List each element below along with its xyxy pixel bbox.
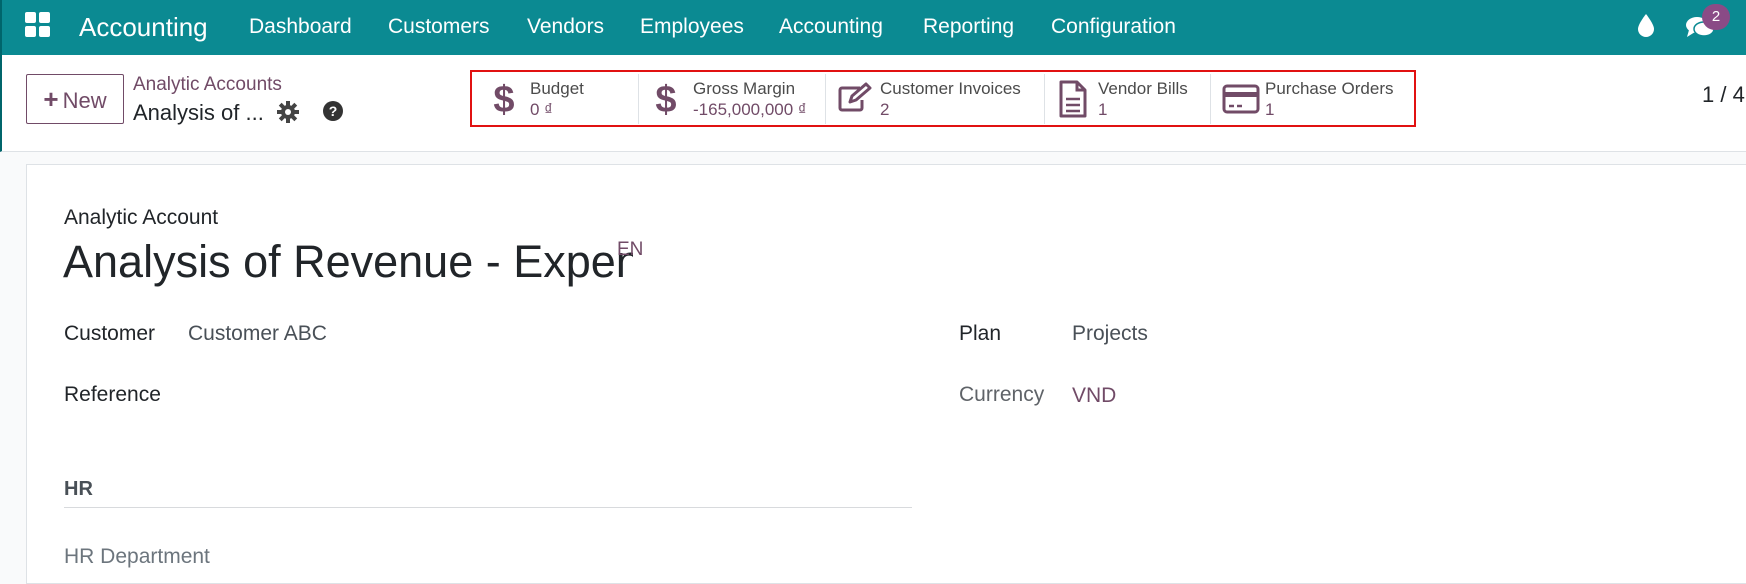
smart-button-value: 1 <box>1098 100 1108 119</box>
currency-field[interactable]: VND <box>1072 384 1116 408</box>
app-title[interactable]: Accounting <box>79 10 208 44</box>
section-divider <box>64 507 912 508</box>
plan-field[interactable]: Projects <box>1072 322 1148 346</box>
reference-field[interactable] <box>188 383 888 409</box>
credit-card-icon <box>1222 84 1260 114</box>
help-icon[interactable]: ? <box>322 100 344 122</box>
smart-button-label: Customer Invoices <box>880 79 1021 98</box>
water-drop-icon[interactable] <box>1636 12 1656 38</box>
apps-grid-icon[interactable] <box>25 12 51 38</box>
smart-button-vendor-bills[interactable]: Vendor Bills 1 <box>1054 74 1209 124</box>
smart-button-value: -165,000,000 ₫ <box>693 100 807 119</box>
svg-text:?: ? <box>329 103 338 119</box>
svg-text:$: $ <box>493 80 514 118</box>
nav-dashboard[interactable]: Dashboard <box>249 14 352 40</box>
language-button[interactable]: EN <box>617 239 643 261</box>
smart-button-label: Purchase Orders <box>1265 79 1394 98</box>
nav-reporting[interactable]: Reporting <box>923 14 1014 40</box>
reference-label: Reference <box>64 383 161 406</box>
breadcrumb-parent[interactable]: Analytic Accounts <box>133 74 282 96</box>
smart-button-customer-invoices[interactable]: Customer Invoices 2 <box>834 74 1044 124</box>
customer-field[interactable]: Customer ABC <box>188 322 327 346</box>
section-title-hr: HR <box>64 478 93 500</box>
nav-customers[interactable]: Customers <box>388 14 490 40</box>
smart-button-purchase-orders[interactable]: Purchase Orders 1 <box>1220 74 1410 124</box>
form-sheet <box>26 164 1746 584</box>
smart-button-value: 0 ₫ <box>530 100 553 119</box>
plan-label: Plan <box>959 322 1002 345</box>
smart-button-gross-margin[interactable]: $ Gross Margin -165,000,000 ₫ <box>650 74 825 124</box>
smart-separator <box>638 74 639 124</box>
pager[interactable]: 1 / 4 <box>1702 82 1745 108</box>
smart-button-label: Budget <box>530 79 584 98</box>
svg-text:$: $ <box>655 80 676 118</box>
top-navbar: Accounting Dashboard Customers Vendors E… <box>0 0 1746 55</box>
plus-icon: + <box>43 84 59 114</box>
nav-vendors[interactable]: Vendors <box>527 14 604 40</box>
new-button-label: New <box>62 88 107 113</box>
nav-accounting[interactable]: Accounting <box>779 14 883 40</box>
document-icon <box>1059 80 1087 118</box>
currency-label: Currency <box>959 383 1045 406</box>
name-field[interactable]: Analysis of Revenue - Expense <box>63 236 633 288</box>
smart-separator <box>1210 74 1211 124</box>
smart-button-value: 1 <box>1265 100 1275 119</box>
nav-configuration[interactable]: Configuration <box>1051 14 1176 40</box>
hr-department-label: HR Department <box>64 545 210 568</box>
smart-button-label: Vendor Bills <box>1098 79 1188 98</box>
customer-label: Customer <box>64 322 156 345</box>
form-kicker: Analytic Account <box>64 206 219 229</box>
smart-button-value: 2 <box>880 100 890 119</box>
chat-badge: 2 <box>1702 4 1730 30</box>
smart-separator <box>825 74 826 124</box>
new-button[interactable]: + New <box>26 74 124 124</box>
breadcrumb-current: Analysis of ... <box>133 100 264 125</box>
gear-icon[interactable] <box>277 101 299 123</box>
dollar-icon: $ <box>493 80 514 118</box>
nav-employees[interactable]: Employees <box>640 14 744 40</box>
edit-icon <box>838 82 872 112</box>
smart-separator <box>1044 74 1045 124</box>
dollar-icon: $ <box>655 80 676 118</box>
smart-button-budget[interactable]: $ Budget 0 ₫ <box>488 74 638 124</box>
smart-button-label: Gross Margin <box>693 79 796 98</box>
